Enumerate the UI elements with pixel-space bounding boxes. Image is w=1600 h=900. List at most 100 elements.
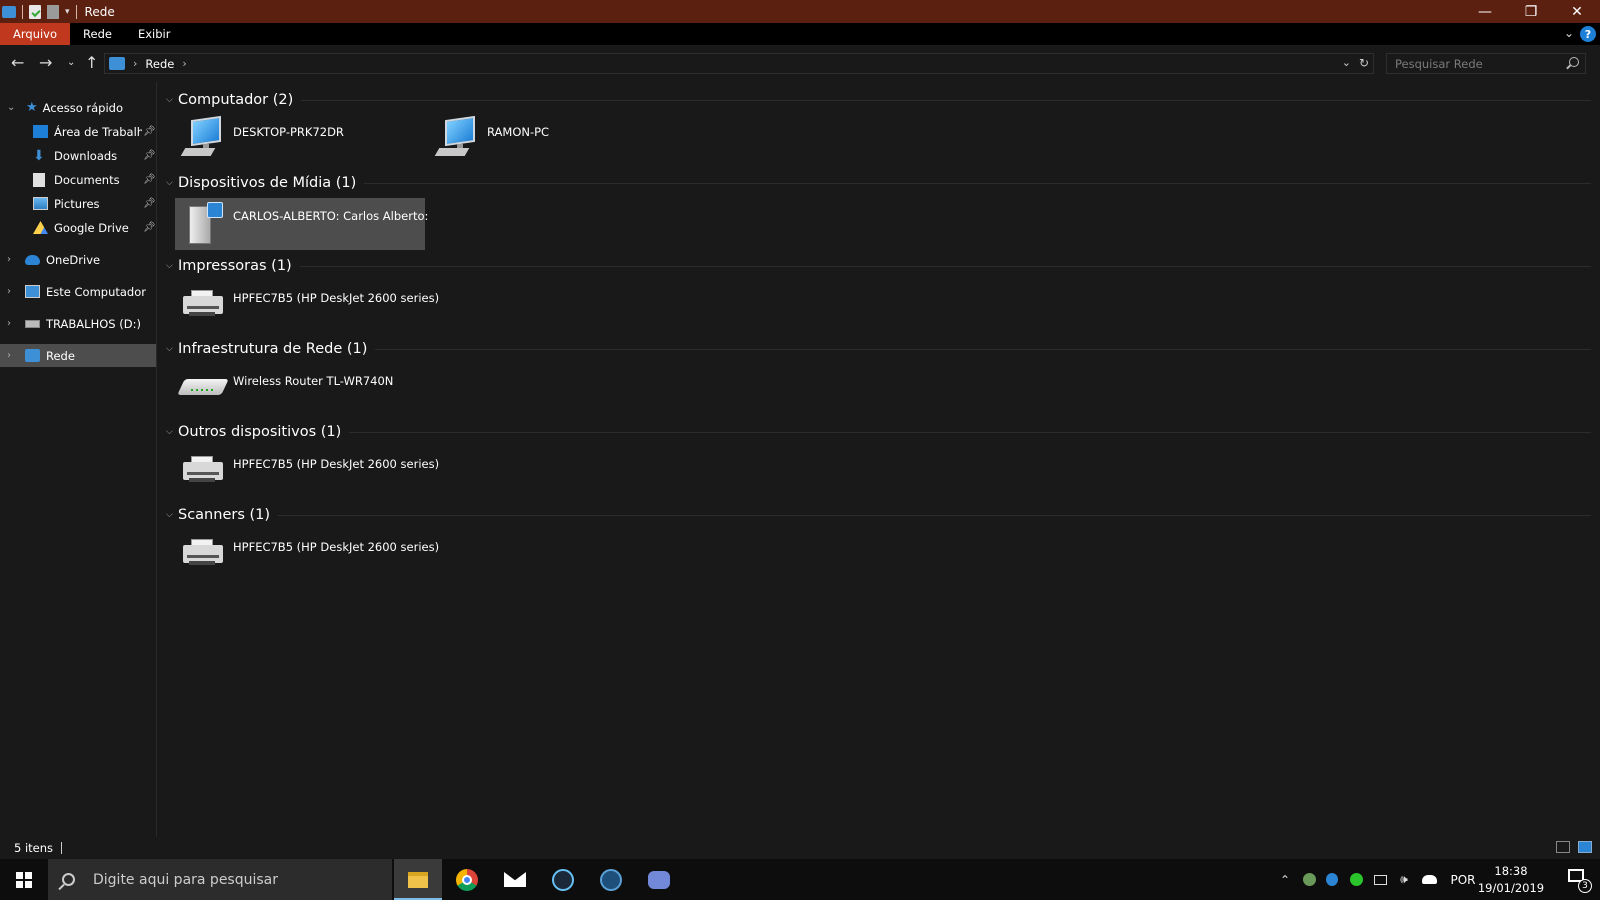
search-input[interactable]	[1387, 56, 1557, 71]
forward-icon[interactable]: →	[39, 54, 52, 72]
item-label: HPFEC7B5 (HP DeskJet 2600 series)	[233, 457, 440, 471]
sidebar-item-google-drive[interactable]: Google Drive 📌︎	[0, 216, 156, 239]
chevron-down-icon[interactable]: ⌵	[166, 261, 178, 271]
navigation-pane: ⌄ ★ Acesso rápido Área de Trabalho 📌︎ ⬇ …	[0, 82, 157, 837]
chevron-down-icon[interactable]: ⌵	[166, 95, 178, 105]
item-carlos-alberto[interactable]: CARLOS-ALBERTO: Carlos Alberto:	[175, 198, 429, 250]
item-label: HPFEC7B5 (HP DeskJet 2600 series)	[233, 540, 440, 554]
media-server-icon	[179, 200, 227, 246]
chevron-right-icon[interactable]: ›	[7, 318, 17, 329]
breadcrumb-separator-icon[interactable]: ›	[182, 57, 186, 70]
up-icon[interactable]: ↑	[85, 54, 98, 72]
taskbar-file-explorer[interactable]	[394, 859, 442, 900]
sidebar-item-area-de-trabalho[interactable]: Área de Trabalho 📌︎	[0, 120, 156, 143]
expand-ribbon-icon[interactable]: ⌄	[1564, 26, 1574, 40]
taskbar-headset-app[interactable]	[587, 859, 635, 900]
volume-icon[interactable]: 🕪︎	[1394, 859, 1414, 900]
divider	[364, 182, 1591, 184]
item-desktop-prk72dr[interactable]: DESKTOP-PRK72DR	[175, 114, 425, 166]
chevron-down-icon[interactable]: ⌵	[166, 510, 178, 520]
back-icon[interactable]: ←	[11, 54, 24, 72]
address-history-icon[interactable]: ⌄	[1342, 56, 1351, 69]
refresh-icon[interactable]: ↻	[1359, 56, 1369, 70]
divider	[61, 842, 63, 854]
desktop-icon	[33, 125, 48, 138]
item-label: CARLOS-ALBERTO: Carlos Alberto:	[233, 209, 429, 223]
sidebar-item-onedrive[interactable]: › OneDrive	[0, 248, 156, 271]
group-header-infraestrutura-de-rede[interactable]: ⌵ Infraestrutura de Rede (1)	[166, 338, 1591, 360]
properties-icon[interactable]	[29, 4, 41, 19]
restore-button[interactable]: ❐	[1508, 0, 1554, 23]
taskbar-chrome[interactable]	[443, 859, 491, 900]
tray-app-icon[interactable]	[1322, 859, 1342, 900]
quick-access-toolbar: ▾	[0, 0, 83, 23]
search-box[interactable]	[1386, 53, 1586, 74]
sidebar-item-label: Google Drive	[54, 220, 129, 235]
title-bar: ▾ Rede — ❐ ✕	[0, 0, 1600, 23]
tab-arquivo[interactable]: Arquivo	[0, 23, 71, 45]
action-center-button[interactable]: 3	[1566, 867, 1592, 893]
details-view-icon[interactable]	[1556, 841, 1570, 853]
large-icons-view-icon[interactable]	[1578, 841, 1592, 853]
item-router-tl-wr740n[interactable]: Wireless Router TL-WR740N	[175, 363, 425, 415]
show-hidden-icons-icon[interactable]: ⌃	[1275, 859, 1295, 900]
chevron-down-icon[interactable]: ⌵	[166, 427, 178, 437]
new-folder-icon[interactable]	[47, 4, 59, 19]
pin-icon: 📌︎	[143, 198, 156, 209]
minimize-icon: —	[1478, 3, 1492, 20]
chevron-right-icon[interactable]: ›	[7, 350, 17, 361]
sidebar-item-documents[interactable]: Documents 📌︎	[0, 168, 156, 191]
taskbar-discord[interactable]	[635, 859, 683, 900]
group-header-computador[interactable]: ⌵ Computador (2)	[166, 89, 1591, 111]
group-header-scanners[interactable]: ⌵ Scanners (1)	[166, 504, 1591, 526]
item-other-hpfec7b5[interactable]: HPFEC7B5 (HP DeskJet 2600 series)	[175, 446, 439, 498]
taskbar-steam[interactable]	[539, 859, 587, 900]
item-printer-hpfec7b5[interactable]: HPFEC7B5 (HP DeskJet 2600 series)	[175, 280, 439, 332]
group-header-dispositivos-de-midia[interactable]: ⌵ Dispositivos de Mídia (1)	[166, 172, 1591, 194]
sidebar-item-label: TRABALHOS (D:)	[46, 316, 141, 331]
item-ramon-pc[interactable]: RAMON-PC	[429, 114, 679, 166]
sidebar-item-label: Downloads	[54, 148, 118, 163]
sidebar-item-label: Este Computador	[46, 284, 146, 299]
taskbar: Digite aqui para pesquisar ⌃ 🕪︎ POR 18:3…	[0, 859, 1600, 900]
network-status-icon[interactable]	[1370, 859, 1390, 900]
tab-rede[interactable]: Rede	[70, 23, 125, 45]
chevron-right-icon[interactable]: ›	[7, 286, 17, 297]
language-indicator[interactable]: POR	[1446, 859, 1480, 900]
chevron-down-icon[interactable]: ⌵	[166, 178, 178, 188]
headset-icon	[600, 868, 622, 891]
globe-app-icon[interactable]	[1299, 859, 1319, 900]
sidebar-item-downloads[interactable]: ⬇ Downloads 📌︎	[0, 144, 156, 167]
group-title: Computador (2)	[178, 92, 294, 108]
chevron-right-icon[interactable]: ›	[7, 254, 17, 265]
sidebar-item-pictures[interactable]: Pictures 📌︎	[0, 192, 156, 215]
group-header-impressoras[interactable]: ⌵ Impressoras (1)	[166, 255, 1591, 277]
tab-exibir[interactable]: Exibir	[125, 23, 184, 45]
customize-toolbar-icon[interactable]: ▾	[65, 7, 70, 17]
pin-icon: 📌︎	[143, 222, 156, 233]
taskbar-mail[interactable]	[491, 859, 539, 900]
help-icon[interactable]: ?	[1580, 26, 1596, 42]
close-button[interactable]: ✕	[1554, 0, 1600, 23]
breadcrumb-separator-icon[interactable]: ›	[133, 57, 137, 70]
address-bar[interactable]: › Rede › ⌄ ↻	[104, 53, 1374, 74]
green-status-icon[interactable]	[1346, 859, 1366, 900]
start-button[interactable]	[0, 859, 48, 900]
chevron-down-icon[interactable]: ⌵	[166, 344, 178, 354]
item-scanner-hpfec7b5[interactable]: HPFEC7B5 (HP DeskJet 2600 series)	[175, 529, 439, 581]
cloud-sync-icon[interactable]	[1418, 859, 1440, 900]
sidebar-item-acesso-rapido[interactable]: ⌄ ★ Acesso rápido	[0, 96, 156, 119]
sidebar-item-este-computador[interactable]: › Este Computador	[0, 280, 156, 303]
minimize-button[interactable]: —	[1462, 0, 1508, 23]
breadcrumb-rede[interactable]: Rede	[145, 57, 174, 71]
document-icon	[33, 172, 45, 187]
chevron-down-icon[interactable]: ⌄	[7, 102, 17, 113]
group-header-outros-dispositivos[interactable]: ⌵ Outros dispositivos (1)	[166, 421, 1591, 443]
sidebar-item-rede[interactable]: › Rede	[0, 344, 156, 367]
recent-locations-icon[interactable]: ⌄	[67, 54, 75, 72]
taskbar-search-placeholder: Digite aqui para pesquisar	[93, 871, 279, 888]
clock[interactable]: 18:38 19/01/2019	[1476, 863, 1546, 897]
sidebar-item-trabalhos[interactable]: › TRABALHOS (D:)	[0, 312, 156, 335]
search-icon[interactable]	[1569, 57, 1579, 67]
taskbar-search[interactable]: Digite aqui para pesquisar	[48, 859, 392, 900]
